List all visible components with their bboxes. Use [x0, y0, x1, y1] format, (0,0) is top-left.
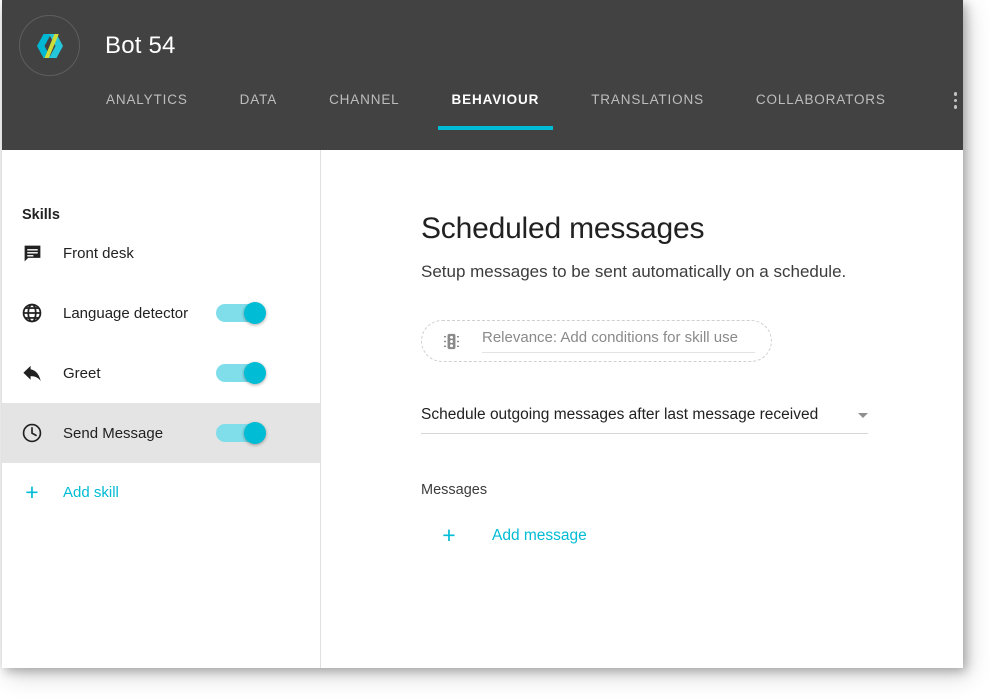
sidebar-item-label: Send Message	[63, 424, 164, 442]
bot-name: Bot 54	[105, 31, 176, 59]
sidebar-title: Skills	[22, 207, 60, 223]
main-content: Scheduled messages Setup messages to be …	[321, 150, 963, 668]
clock-icon	[18, 422, 46, 444]
schedule-select-value: Schedule outgoing messages after last me…	[421, 406, 819, 423]
tab-data[interactable]: DATA	[214, 92, 303, 130]
add-message-label: Add message	[492, 526, 587, 544]
relevance-condition-field[interactable]: Relevance: Add conditions for skill use	[421, 320, 772, 362]
brand: Bot 54	[2, 0, 963, 76]
page-title: Scheduled messages	[421, 212, 705, 245]
traffic-light-icon	[442, 332, 461, 351]
skill-toggle-language-detector[interactable]	[216, 302, 266, 324]
add-skill-button[interactable]: + Add skill	[2, 463, 320, 521]
chevron-down-icon	[858, 412, 868, 418]
app-body: Skills Front desk Language detector Gree…	[2, 150, 963, 668]
add-skill-label: Add skill	[63, 483, 119, 501]
tab-channel[interactable]: CHANNEL	[303, 92, 425, 130]
bot-logo-icon	[19, 15, 80, 76]
relevance-placeholder: Relevance: Add conditions for skill use	[482, 329, 755, 353]
tab-collaborators[interactable]: COLLABORATORS	[730, 92, 912, 130]
schedule-select[interactable]: Schedule outgoing messages after last me…	[421, 406, 868, 434]
app-header: Bot 54 ANALYTICS DATA CHANNEL BEHAVIOUR …	[2, 0, 963, 150]
add-message-button[interactable]: + Add message	[438, 524, 618, 547]
main-tabs: ANALYTICS DATA CHANNEL BEHAVIOUR TRANSLA…	[80, 92, 963, 130]
chat-bubble-icon	[18, 243, 46, 264]
skills-sidebar: Skills Front desk Language detector Gree…	[2, 150, 321, 668]
tab-translations[interactable]: TRANSLATIONS	[565, 92, 730, 130]
globe-icon	[18, 302, 46, 324]
sidebar-item-send-message[interactable]: Send Message	[2, 403, 320, 463]
skill-toggle-greet[interactable]	[216, 362, 266, 384]
plus-icon: +	[442, 522, 456, 548]
messages-section-label: Messages	[421, 482, 488, 498]
reply-arrow-icon	[18, 362, 46, 385]
sidebar-item-label: Front desk	[63, 244, 134, 262]
sidebar-item-greet[interactable]: Greet	[2, 343, 320, 403]
skill-toggle-send-message[interactable]	[216, 422, 266, 444]
sidebar-item-front-desk[interactable]: Front desk	[2, 223, 320, 283]
sidebar-item-label: Greet	[63, 364, 101, 382]
app-card: Bot 54 ANALYTICS DATA CHANNEL BEHAVIOUR …	[2, 0, 963, 668]
tab-analytics[interactable]: ANALYTICS	[80, 92, 214, 130]
page-subtitle: Setup messages to be sent automatically …	[421, 262, 847, 281]
sidebar-item-label: Language detector	[63, 304, 189, 322]
sidebar-item-language-detector[interactable]: Language detector	[2, 283, 320, 343]
tab-behaviour[interactable]: BEHAVIOUR	[426, 92, 566, 130]
plus-icon: +	[25, 478, 39, 505]
more-vertical-icon[interactable]	[940, 92, 963, 109]
